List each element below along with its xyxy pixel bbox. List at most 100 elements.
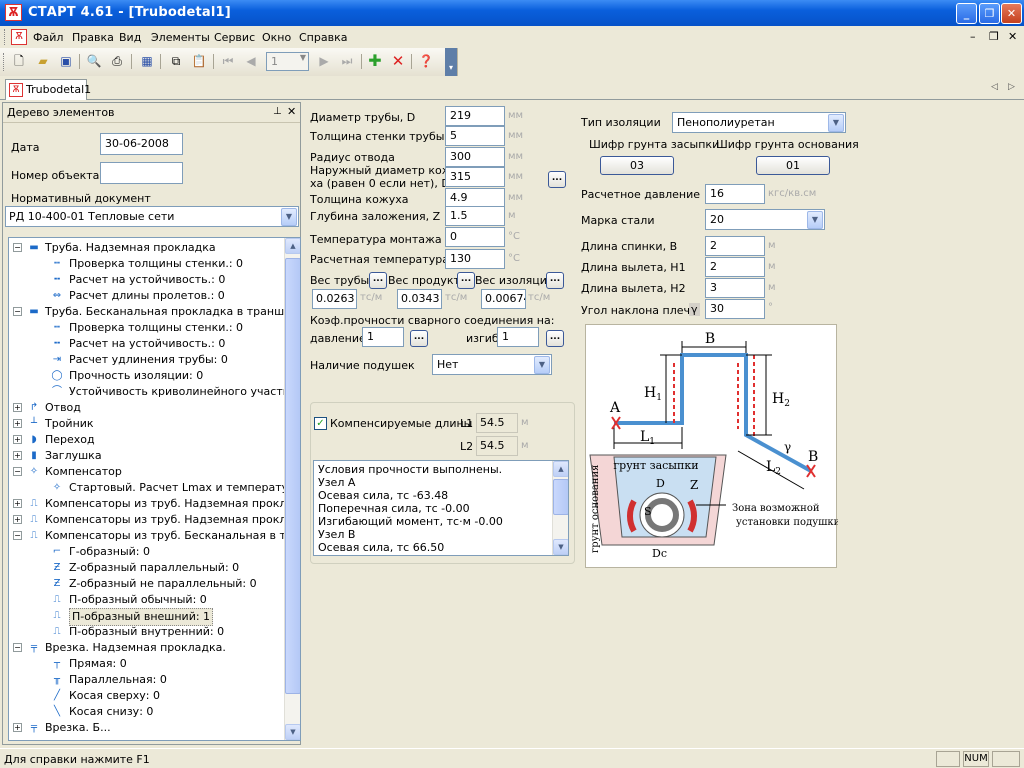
collapse-icon[interactable]: − [13, 307, 22, 316]
results-scrollbar[interactable]: ▲ ▼ [552, 461, 568, 555]
wall-thickness-input[interactable]: 5 [445, 126, 505, 146]
calculator-icon[interactable]: ▦ [138, 52, 156, 70]
paste-icon[interactable]: 📋 [190, 52, 208, 70]
pipe-weight-input[interactable]: 0.0263 [312, 289, 357, 309]
expand-icon[interactable]: + [13, 499, 22, 508]
outer-diameter-label-1: Наружный диаметр кожу- [310, 164, 463, 177]
backfill-code-button[interactable]: 03 [600, 156, 674, 175]
angle-input[interactable]: 30 [705, 299, 765, 319]
expand-icon[interactable]: + [13, 451, 22, 460]
separator [361, 54, 362, 69]
result-line: Поперечная сила, тс -0.00 [318, 502, 470, 515]
norm-doc-select[interactable]: РД 10-400-01 Тепловые сети ▼ [5, 206, 299, 227]
toolbar-overflow-icon[interactable]: ▾ [445, 48, 457, 76]
l2-label: L2 [460, 440, 474, 453]
menu-file[interactable]: Файл [33, 31, 63, 44]
restore-button[interactable]: ❐ [979, 3, 1000, 24]
outer-diameter-input[interactable]: 315 [445, 167, 505, 187]
compensation-checkbox[interactable]: ✓ [314, 417, 327, 430]
tab-scroll-left-icon[interactable]: ◁ [991, 82, 998, 92]
scroll-thumb[interactable] [553, 479, 568, 515]
scroll-up-icon[interactable]: ▲ [553, 461, 568, 477]
separator [79, 54, 80, 69]
tree-item-label: Труба. Надземная прокладка [45, 241, 216, 254]
back-length-input[interactable]: 2 [705, 236, 765, 256]
help-icon[interactable]: ❓ [417, 52, 435, 70]
mdi-close-icon[interactable]: ✕ [1008, 30, 1017, 43]
scroll-down-icon[interactable]: ▼ [285, 724, 300, 740]
object-number-input[interactable] [100, 162, 183, 184]
depth-input[interactable]: 1.5 [445, 206, 505, 226]
last-page-icon[interactable]: ⏭ [338, 52, 356, 70]
minimize-button[interactable]: _ [956, 3, 977, 24]
first-page-icon[interactable]: ⏮ [219, 52, 237, 70]
pipe-weight-label: Вес трубы [310, 274, 370, 287]
l2-input[interactable]: 54.5 [476, 436, 518, 456]
tab-trubodetal1[interactable]: Ѫ Trubodetal1 [5, 79, 91, 100]
scroll-down-icon[interactable]: ▼ [553, 539, 568, 555]
doc-icon[interactable]: Ѫ [11, 29, 27, 45]
delete-icon[interactable]: ✕ [389, 52, 407, 70]
results-text[interactable]: Осевая сила, тс 66.50 Узел B Изгибающий мо… [313, 460, 569, 556]
calc-temp-input[interactable]: 130 [445, 249, 505, 269]
tab-scroll-right-icon[interactable]: ▷ [1008, 82, 1015, 92]
outer-diameter-more-button[interactable]: ... [548, 171, 566, 188]
add-icon[interactable]: ✚ [366, 52, 384, 70]
collapse-icon[interactable]: − [13, 243, 22, 252]
mdi-minimize-icon[interactable]: – [970, 30, 976, 43]
collapse-icon[interactable]: − [13, 467, 22, 476]
diameter-input[interactable]: 219 [445, 106, 505, 126]
save-icon[interactable]: ▣ [57, 52, 75, 70]
product-weight-input[interactable]: 0.0343 [397, 289, 442, 309]
date-input[interactable]: 30-06-2008 [100, 133, 183, 155]
menu-help[interactable]: Справка [299, 31, 347, 44]
pipe-weight-button[interactable]: ... [369, 272, 387, 289]
tree-scrollbar[interactable]: ▲ ▼ [284, 238, 300, 740]
prev-page-icon[interactable]: ◀ [242, 52, 260, 70]
steel-grade-select[interactable]: 20 ▼ [705, 209, 825, 230]
insulation-weight-input[interactable]: 0.00674 [481, 289, 526, 309]
expand-icon[interactable]: + [13, 419, 22, 428]
expand-icon[interactable]: + [13, 723, 22, 732]
expand-icon[interactable]: + [13, 435, 22, 444]
scroll-thumb[interactable] [285, 258, 300, 694]
base-code-button[interactable]: 01 [756, 156, 830, 175]
h2-input[interactable]: 3 [705, 278, 765, 298]
new-icon[interactable]: 🗋 [10, 52, 28, 70]
menu-service[interactable]: Сервис [214, 31, 255, 44]
menu-window[interactable]: Окно [262, 31, 291, 44]
panel-close-icon[interactable]: ✕ [287, 105, 296, 118]
expand-icon[interactable]: + [13, 515, 22, 524]
mdi-restore-icon[interactable]: ❐ [989, 30, 999, 43]
design-pressure-input[interactable]: 16 [705, 184, 765, 204]
weld-bend-input[interactable]: 1 [497, 327, 539, 347]
weld-pressure-button[interactable]: ... [410, 330, 428, 347]
collapse-icon[interactable]: − [13, 531, 22, 540]
next-page-icon[interactable]: ▶ [315, 52, 333, 70]
l1-input[interactable]: 54.5 [476, 413, 518, 433]
element-tree: + ╤ Врезка. Б... ╲ Косая снизу: 0 ╱ Косая свер… [8, 237, 301, 741]
preview-icon[interactable]: 🔍 [85, 52, 103, 70]
close-button[interactable]: ✕ [1001, 3, 1022, 24]
tree-item-label: Расчет удлинения трубы: 0 [69, 353, 228, 366]
open-icon[interactable]: ▰ [34, 52, 52, 70]
casing-input[interactable]: 4.9 [445, 188, 505, 208]
install-temp-input[interactable]: 0 [445, 227, 505, 247]
pin-icon[interactable]: ⊥ [273, 106, 282, 117]
weld-pressure-input[interactable]: 1 [362, 327, 404, 347]
menu-edit[interactable]: Правка [72, 31, 114, 44]
menu-elements[interactable]: Элементы [151, 31, 210, 44]
cushions-select[interactable]: Нет ▼ [432, 354, 552, 375]
expand-icon[interactable]: + [13, 403, 22, 412]
product-weight-button[interactable]: ... [457, 272, 475, 289]
insulation-weight-button[interactable]: ... [546, 272, 564, 289]
copy-icon[interactable]: ⧉ [167, 52, 185, 70]
h1-input[interactable]: 2 [705, 257, 765, 277]
scroll-up-icon[interactable]: ▲ [285, 238, 300, 254]
page-select[interactable]: 1 ▼ [266, 52, 309, 71]
weld-bend-button[interactable]: ... [546, 330, 564, 347]
print-icon[interactable]: ⎙ [108, 52, 126, 70]
collapse-icon[interactable]: − [13, 643, 22, 652]
menu-view[interactable]: Вид [119, 31, 141, 44]
insulation-type-select[interactable]: Пенополиуретан ▼ [672, 112, 846, 133]
